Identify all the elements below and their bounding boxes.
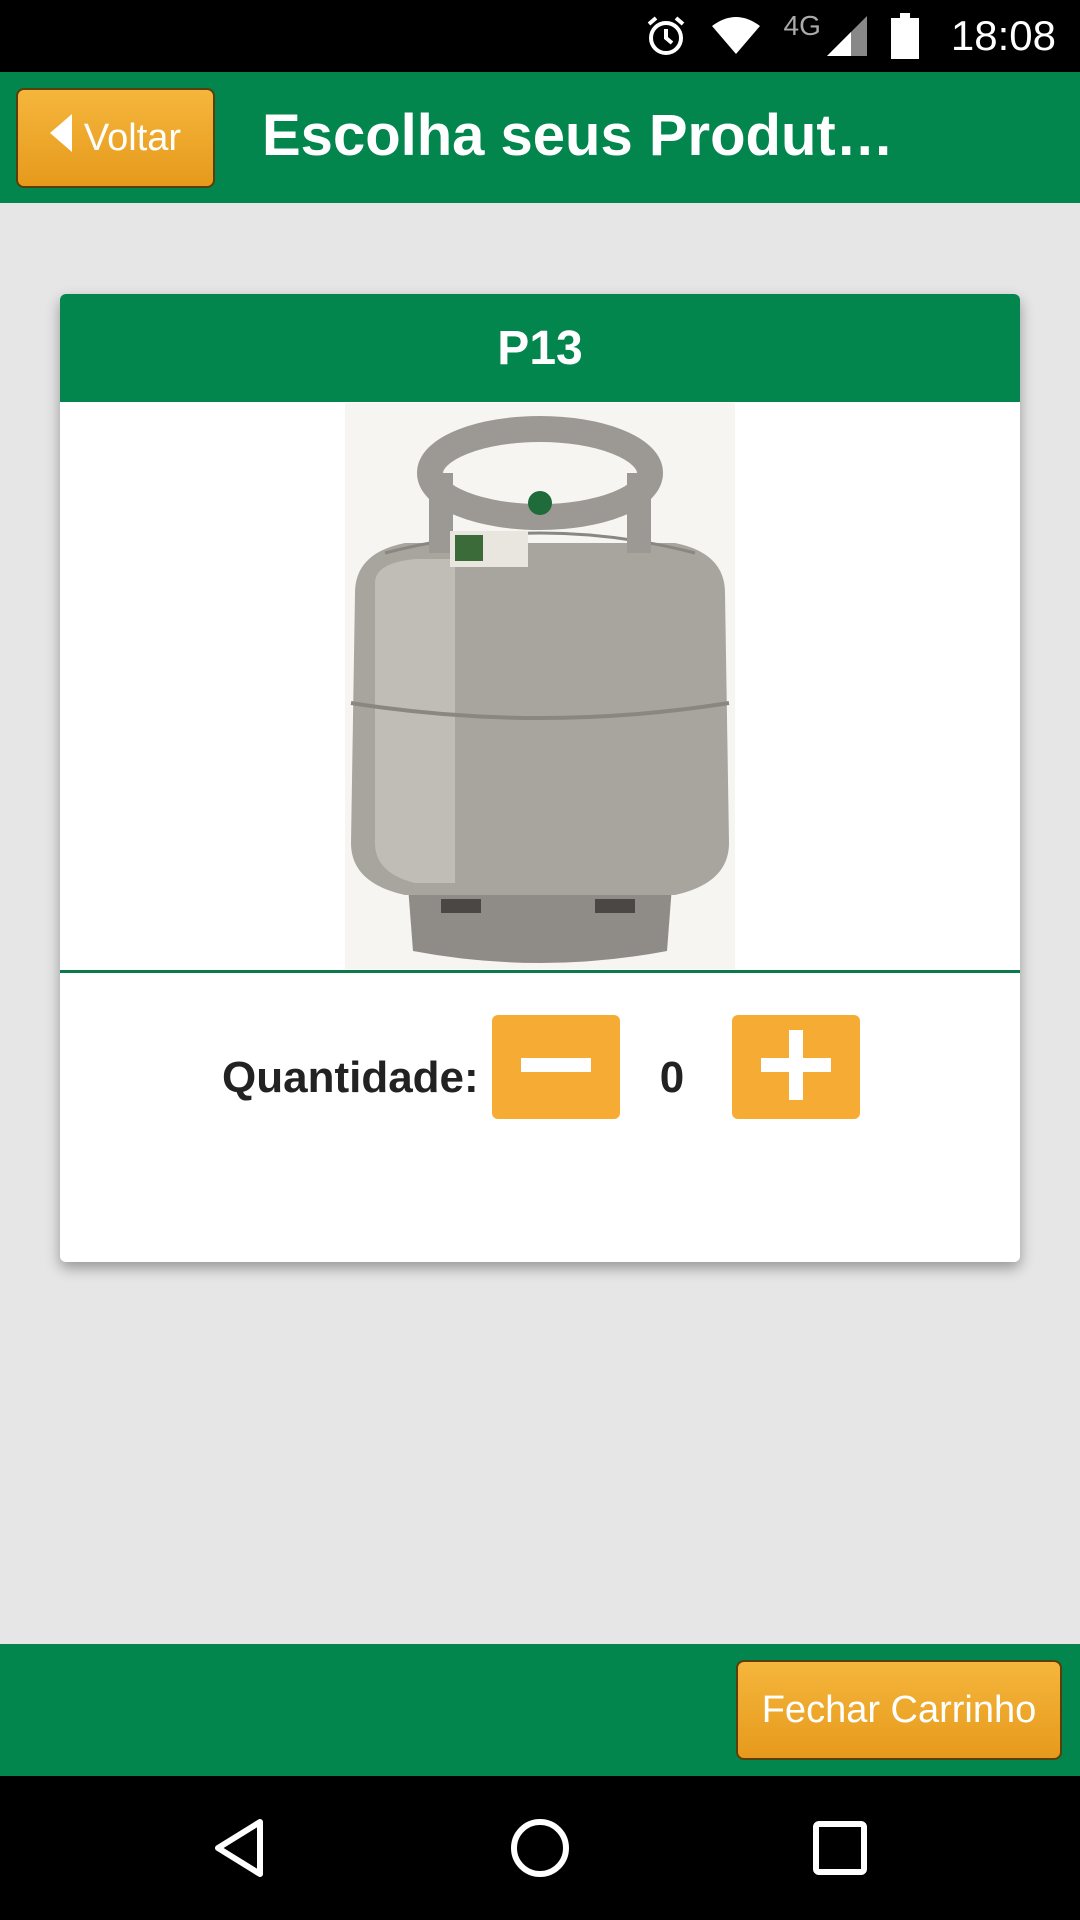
- status-time: 18:08: [950, 12, 1056, 59]
- nav-home-icon[interactable]: [508, 1816, 572, 1880]
- quantity-row: Quantidade: 0: [60, 973, 1020, 1159]
- back-button-label: Voltar: [83, 116, 182, 159]
- increase-quantity-button[interactable]: [732, 1015, 860, 1119]
- back-button[interactable]: Voltar: [16, 88, 215, 188]
- quantity-value: 0: [659, 1053, 685, 1102]
- alarm-icon: [644, 14, 688, 58]
- minus-icon: [521, 1057, 591, 1077]
- signal-icon: [825, 14, 869, 58]
- gas-cylinder-image: [345, 403, 735, 969]
- quantity-label: Quantidade:: [222, 1053, 479, 1102]
- battery-icon: [890, 13, 919, 59]
- cart-footer: Fechar Carrinho: [0, 1644, 1080, 1776]
- status-bar: 4G 18:08: [0, 0, 1080, 72]
- close-cart-button[interactable]: Fechar Carrinho: [736, 1660, 1062, 1760]
- product-card: P13 Quantidade: 0: [60, 294, 1020, 1262]
- product-image: [60, 402, 1020, 970]
- chevron-left-icon: [49, 114, 74, 162]
- network-type: 4G: [783, 10, 821, 41]
- product-name: P13: [60, 294, 1020, 402]
- nav-recent-icon[interactable]: [808, 1816, 872, 1880]
- page-title: Escolha seus Produt…: [262, 103, 894, 168]
- nav-back-icon[interactable]: [208, 1816, 272, 1880]
- wifi-icon: [710, 16, 762, 56]
- app-header: Voltar Escolha seus Produt…: [0, 72, 1080, 203]
- navigation-bar: [0, 1776, 1080, 1920]
- plus-icon: [761, 1029, 831, 1105]
- decrease-quantity-button[interactable]: [492, 1015, 620, 1119]
